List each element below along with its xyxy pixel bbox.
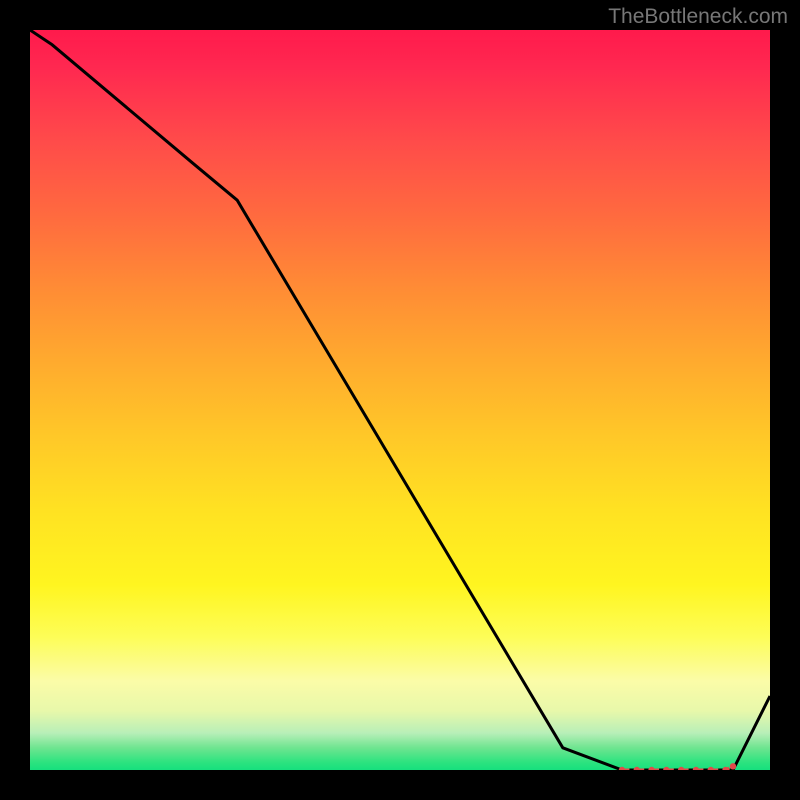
marker-cluster — [619, 763, 736, 770]
plot-area — [30, 30, 770, 770]
line-series — [30, 30, 770, 770]
watermark-text: TheBottleneck.com — [608, 5, 788, 29]
chart-svg — [30, 30, 770, 770]
chart-container: TheBottleneck.com — [0, 0, 800, 800]
